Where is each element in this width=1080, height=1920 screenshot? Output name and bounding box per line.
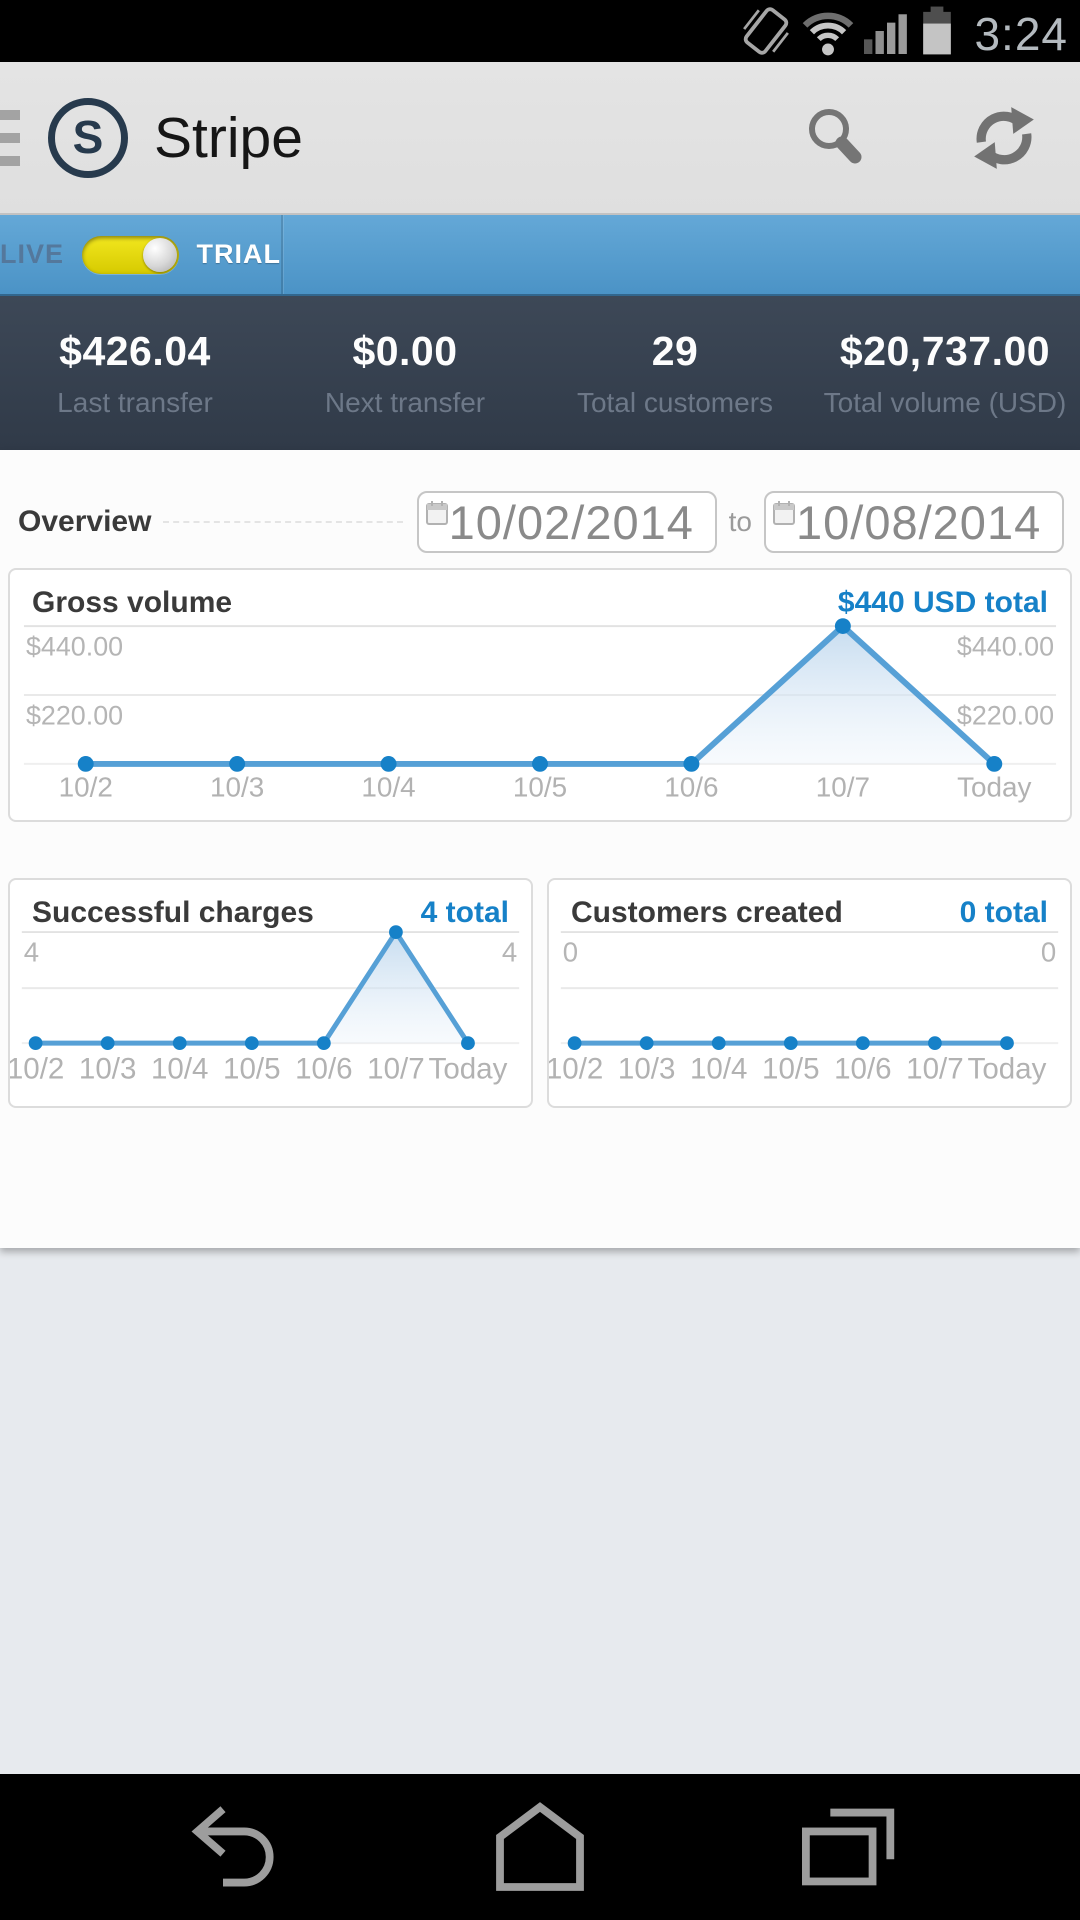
svg-text:10/3: 10/3 (210, 772, 264, 803)
stat-label: Total volume (USD) (810, 387, 1080, 419)
svg-text:Today: Today (968, 1053, 1047, 1086)
live-label: LIVE (0, 239, 64, 270)
stat-total-customers: 29 Total customers (540, 328, 810, 419)
card-total: 4 total (421, 896, 509, 930)
recent-apps-button[interactable] (797, 1797, 897, 1897)
stripe-logo: S (48, 98, 128, 178)
date-from-input[interactable]: 10/02/2014 (417, 491, 717, 553)
svg-text:10/4: 10/4 (361, 772, 415, 803)
main-content: Overview 10/02/2014 to 10/ (0, 450, 1080, 1248)
android-nav-bar (0, 1774, 1080, 1920)
date-from-value: 10/02/2014 (449, 495, 694, 551)
stat-next-transfer: $0.00 Next transfer (270, 328, 540, 419)
toolbar-actions (800, 102, 1040, 174)
refresh-icon (968, 102, 1040, 174)
live-trial-toggle[interactable] (82, 236, 179, 274)
svg-text:$220.00: $220.00 (957, 701, 1054, 731)
date-to-value: 10/08/2014 (796, 495, 1041, 551)
calendar-icon (772, 499, 796, 527)
stat-value: $426.04 (0, 328, 270, 375)
card-total: $440 USD total (838, 586, 1048, 620)
card-title: Customers created (571, 896, 843, 930)
screen: 3:24 S Stripe (0, 0, 1080, 1920)
svg-text:Today: Today (429, 1053, 508, 1086)
stripe-logo-letter: S (73, 110, 104, 164)
svg-text:Today: Today (957, 772, 1032, 803)
card-header: Customers created 0 total (549, 880, 1070, 930)
menu-drawer-handle[interactable] (0, 110, 22, 166)
svg-text:0: 0 (563, 937, 578, 968)
search-button[interactable] (800, 102, 872, 174)
wifi-icon (802, 5, 854, 57)
stat-label: Last transfer (0, 387, 270, 419)
card-title: Successful charges (32, 896, 314, 930)
dashed-divider (163, 521, 402, 523)
small-cards-row: Successful charges 4 total 4 4 10/2 10/3 10/… (8, 878, 1072, 1108)
back-button[interactable] (183, 1797, 283, 1897)
successful-charges-card: Successful charges 4 total 4 4 10/2 10/3 10/… (8, 878, 533, 1108)
svg-text:10/2: 10/2 (59, 772, 113, 803)
svg-text:$440.00: $440.00 (957, 632, 1054, 662)
customers-created-card: Customers created 0 total 0 0 10/2 10/3 10/4… (547, 878, 1072, 1108)
svg-text:10/5: 10/5 (762, 1053, 819, 1086)
svg-text:10/3: 10/3 (618, 1053, 675, 1086)
stats-bar: $426.04 Last transfer $0.00 Next transfe… (0, 296, 1080, 450)
trial-label: TRIAL (197, 239, 281, 270)
recent-apps-icon (797, 1797, 897, 1897)
stat-value: $20,737.00 (810, 328, 1080, 375)
vibrate-icon (740, 5, 792, 57)
refresh-button[interactable] (968, 102, 1040, 174)
signal-icon (864, 5, 910, 57)
svg-text:4: 4 (24, 937, 39, 968)
svg-text:10/6: 10/6 (664, 772, 718, 803)
date-to-input[interactable]: 10/08/2014 (764, 491, 1064, 553)
overview-title: Overview (18, 505, 151, 539)
status-bar: 3:24 (0, 0, 1080, 62)
svg-text:$220.00: $220.00 (26, 701, 123, 731)
mode-switch-section: LIVE TRIAL (0, 215, 283, 294)
stat-total-volume: $20,737.00 Total volume (USD) (810, 328, 1080, 419)
svg-text:10/7: 10/7 (367, 1053, 424, 1086)
svg-text:10/7: 10/7 (816, 772, 870, 803)
status-icons: 3:24 (740, 5, 1068, 57)
svg-text:10/6: 10/6 (295, 1053, 352, 1086)
svg-text:$440.00: $440.00 (26, 632, 123, 662)
home-icon (490, 1797, 590, 1897)
card-header: Successful charges 4 total (10, 880, 531, 930)
svg-text:0: 0 (1041, 937, 1056, 968)
svg-text:4: 4 (502, 937, 517, 968)
battery-icon (920, 5, 954, 57)
calendar-icon (425, 499, 449, 527)
card-title: Gross volume (32, 586, 232, 620)
gross-volume-card: Gross volume $440 USD total $440.00 $440.… (8, 568, 1072, 822)
svg-text:10/6: 10/6 (834, 1053, 891, 1086)
svg-text:10/7: 10/7 (906, 1053, 963, 1086)
svg-text:10/3: 10/3 (79, 1053, 136, 1086)
mode-bar: LIVE TRIAL (0, 215, 1080, 296)
svg-text:10/2: 10/2 (10, 1053, 64, 1086)
toolbar: S Stripe (0, 62, 1080, 215)
stat-value: 29 (540, 328, 810, 375)
status-time: 3:24 (974, 11, 1068, 57)
stat-label: Total customers (540, 387, 810, 419)
stat-last-transfer: $426.04 Last transfer (0, 328, 270, 419)
card-total: 0 total (960, 896, 1048, 930)
svg-text:10/2: 10/2 (549, 1053, 603, 1086)
overview-row: Overview 10/02/2014 to 10/ (0, 450, 1080, 554)
toggle-knob (143, 238, 177, 272)
search-icon (800, 102, 872, 174)
stat-label: Next transfer (270, 387, 540, 419)
empty-background (0, 1248, 1080, 1774)
back-icon (183, 1797, 283, 1897)
svg-text:10/4: 10/4 (690, 1053, 747, 1086)
svg-text:10/5: 10/5 (223, 1053, 280, 1086)
stat-value: $0.00 (270, 328, 540, 375)
card-header: Gross volume $440 USD total (10, 570, 1070, 620)
home-button[interactable] (490, 1797, 590, 1897)
svg-text:10/5: 10/5 (513, 772, 567, 803)
svg-text:10/4: 10/4 (151, 1053, 208, 1086)
app-title: Stripe (154, 105, 800, 171)
date-range-to-label: to (729, 506, 752, 538)
